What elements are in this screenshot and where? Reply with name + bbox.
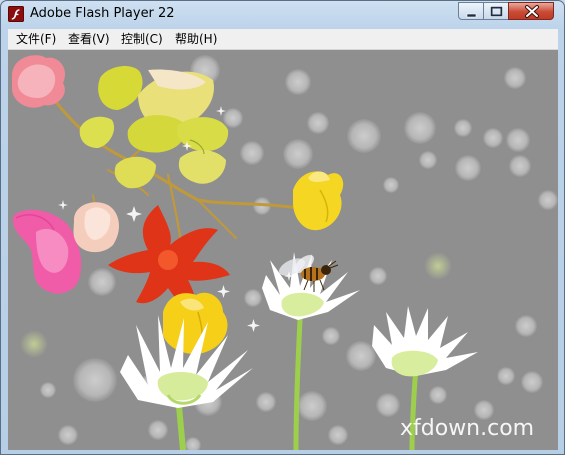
menu-control[interactable]: 控制(C) bbox=[120, 31, 164, 47]
menu-bar: 文件(F) 查看(V) 控制(C) 帮助(H) bbox=[8, 29, 558, 50]
peach-bud bbox=[73, 202, 120, 253]
title-bar[interactable]: Adobe Flash Player 22 bbox=[1, 1, 564, 29]
maximize-button[interactable] bbox=[483, 2, 509, 20]
yellow-tulip-center bbox=[163, 292, 228, 355]
minimize-icon bbox=[466, 13, 477, 18]
maximize-icon bbox=[490, 6, 503, 17]
close-icon bbox=[525, 5, 539, 18]
watermark: xfdown.com bbox=[400, 416, 535, 441]
yellow-leaves bbox=[79, 66, 229, 189]
pink-lily bbox=[13, 209, 82, 294]
menu-help[interactable]: 帮助(H) bbox=[174, 31, 218, 47]
menu-view[interactable]: 查看(V) bbox=[67, 31, 111, 47]
flash-player-icon[interactable] bbox=[8, 6, 24, 22]
bokeh-bubbles bbox=[20, 55, 558, 450]
close-button[interactable] bbox=[508, 2, 554, 20]
window-title: Adobe Flash Player 22 bbox=[30, 6, 175, 21]
flash-content-area[interactable]: xfdown.com bbox=[8, 50, 558, 450]
flower-animation bbox=[12, 55, 558, 450]
yellow-tulip-right bbox=[292, 171, 344, 231]
pink-blossom-top bbox=[12, 55, 66, 108]
menu-file[interactable]: 文件(F) bbox=[15, 31, 57, 47]
flash-player-window: Adobe Flash Player 22 文件(F) 查看(V) 控制(C) … bbox=[0, 0, 565, 455]
minimize-button[interactable] bbox=[458, 2, 484, 20]
